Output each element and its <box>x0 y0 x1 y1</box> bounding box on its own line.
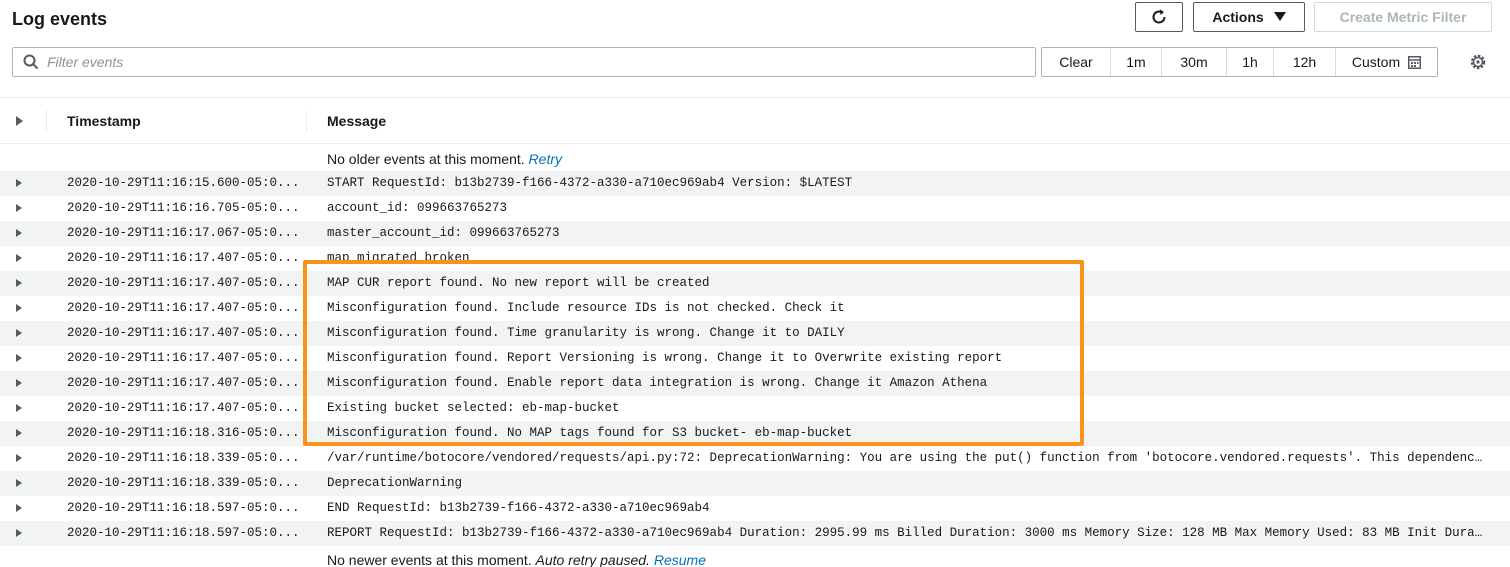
expand-row-icon[interactable] <box>16 204 22 212</box>
log-event-row[interactable]: 2020-10-29T11:16:18.597-05:0... REPORT Re… <box>0 521 1510 546</box>
event-timestamp: 2020-10-29T11:16:18.339-05:0... <box>67 476 300 490</box>
expand-row-icon[interactable] <box>16 454 22 462</box>
expand-row-icon[interactable] <box>16 529 22 537</box>
event-timestamp: 2020-10-29T11:16:17.407-05:0... <box>67 251 300 265</box>
event-timestamp: 2020-10-29T11:16:18.597-05:0... <box>67 526 300 540</box>
page-title: Log events <box>12 9 108 29</box>
actions-button[interactable]: Actions <box>1193 2 1305 32</box>
event-timestamp: 2020-10-29T11:16:18.597-05:0... <box>67 501 300 515</box>
refresh-icon <box>1152 9 1166 24</box>
event-message: Misconfiguration found. Time granularity… <box>327 326 845 340</box>
expand-row-icon[interactable] <box>16 329 22 337</box>
refresh-button[interactable] <box>1135 2 1183 32</box>
log-event-row[interactable]: 2020-10-29T11:16:17.407-05:0... Misconfig… <box>0 371 1510 396</box>
log-event-row[interactable]: 2020-10-29T11:16:16.705-05:0... account_i… <box>0 196 1510 221</box>
older-events-status: No older events at this moment. Retry <box>327 151 562 167</box>
expand-row-icon[interactable] <box>16 379 22 387</box>
column-divider[interactable] <box>306 110 307 132</box>
event-timestamp: 2020-10-29T11:16:17.407-05:0... <box>67 351 300 365</box>
time-range-12h[interactable]: 12h <box>1274 48 1336 76</box>
event-timestamp: 2020-10-29T11:16:17.407-05:0... <box>67 401 300 415</box>
event-message: REPORT RequestId: b13b2739-f166-4372-a33… <box>327 526 1489 540</box>
resume-link[interactable]: Resume <box>654 552 706 567</box>
event-timestamp: 2020-10-29T11:16:18.316-05:0... <box>67 426 300 440</box>
log-event-row[interactable]: 2020-10-29T11:16:17.407-05:0... MAP CUR r… <box>0 271 1510 296</box>
column-header-message[interactable]: Message <box>327 112 386 130</box>
event-timestamp: 2020-10-29T11:16:17.407-05:0... <box>67 376 300 390</box>
log-event-row[interactable]: 2020-10-29T11:16:18.339-05:0... /var/runt… <box>0 446 1510 471</box>
expand-row-icon[interactable] <box>16 354 22 362</box>
log-event-row[interactable]: 2020-10-29T11:16:18.316-05:0... Misconfig… <box>0 421 1510 446</box>
event-message: Existing bucket selected: eb-map-bucket <box>327 401 620 415</box>
event-message: END RequestId: b13b2739-f166-4372-a330-a… <box>327 501 710 515</box>
time-range-1m[interactable]: 1m <box>1111 48 1162 76</box>
event-message: account_id: 099663765273 <box>327 201 508 215</box>
expand-row-icon[interactable] <box>16 429 22 437</box>
log-event-row[interactable]: 2020-10-29T11:16:15.600-05:0... START Req… <box>0 171 1510 196</box>
event-timestamp: 2020-10-29T11:16:16.705-05:0... <box>67 201 300 215</box>
calendar-icon <box>1408 55 1422 69</box>
expand-row-icon[interactable] <box>16 229 22 237</box>
expand-row-icon[interactable] <box>16 179 22 187</box>
expand-row-icon[interactable] <box>16 279 22 287</box>
event-message: MAP CUR report found. No new report will… <box>327 276 710 290</box>
log-event-row[interactable]: 2020-10-29T11:16:17.407-05:0... Misconfig… <box>0 346 1510 371</box>
log-event-row[interactable]: 2020-10-29T11:16:18.597-05:0... END Reque… <box>0 496 1510 521</box>
log-event-row[interactable]: 2020-10-29T11:16:17.407-05:0... Misconfig… <box>0 321 1510 346</box>
create-metric-filter-button[interactable]: Create Metric Filter <box>1314 2 1492 32</box>
event-timestamp: 2020-10-29T11:16:17.407-05:0... <box>67 301 300 315</box>
table-header: Timestamp Message <box>0 98 1510 144</box>
event-timestamp: 2020-10-29T11:16:17.067-05:0... <box>67 226 300 240</box>
event-timestamp: 2020-10-29T11:16:17.407-05:0... <box>67 326 300 340</box>
time-range-clear[interactable]: Clear <box>1042 48 1111 76</box>
column-header-timestamp[interactable]: Timestamp <box>67 112 141 130</box>
event-message: Misconfiguration found. Include resource… <box>327 301 845 315</box>
filter-events-field[interactable] <box>12 47 1036 77</box>
time-range-30m[interactable]: 30m <box>1162 48 1227 76</box>
newer-events-status: No newer events at this moment. Auto ret… <box>327 552 706 567</box>
column-divider[interactable] <box>46 110 47 132</box>
time-range-selector: Clear 1m 30m 1h 12h Custom <box>1041 47 1438 77</box>
event-timestamp: 2020-10-29T11:16:17.407-05:0... <box>67 276 300 290</box>
retry-link[interactable]: Retry <box>529 151 562 167</box>
event-message: DeprecationWarning <box>327 476 463 490</box>
search-icon <box>23 54 39 70</box>
event-message: Misconfiguration found. Enable report da… <box>327 376 988 390</box>
log-event-row[interactable]: 2020-10-29T11:16:17.407-05:0... Misconfig… <box>0 296 1510 321</box>
expand-row-icon[interactable] <box>16 254 22 262</box>
event-message: map_migrated broken <box>327 251 470 265</box>
caret-down-icon <box>1273 12 1286 21</box>
expand-all-icon[interactable] <box>16 116 23 126</box>
event-message: Misconfiguration found. No MAP tags foun… <box>327 426 853 440</box>
event-message: master_account_id: 099663765273 <box>327 226 560 240</box>
expand-row-icon[interactable] <box>16 479 22 487</box>
expand-row-icon[interactable] <box>16 504 22 512</box>
event-message: /var/runtime/botocore/vendored/requests/… <box>327 451 1489 465</box>
log-event-row[interactable]: 2020-10-29T11:16:17.407-05:0... map_migra… <box>0 246 1510 271</box>
event-timestamp: 2020-10-29T11:16:15.600-05:0... <box>67 176 300 190</box>
log-event-row[interactable]: 2020-10-29T11:16:18.339-05:0... Deprecati… <box>0 471 1510 496</box>
log-event-row[interactable]: 2020-10-29T11:16:17.067-05:0... master_ac… <box>0 221 1510 246</box>
event-message: START RequestId: b13b2739-f166-4372-a330… <box>327 176 853 190</box>
log-events-header: Log events Actions Create Metric Filter … <box>0 0 1510 98</box>
event-message: Misconfiguration found. Report Versionin… <box>327 351 1003 365</box>
gear-icon[interactable] <box>1469 53 1487 71</box>
log-event-list: 2020-10-29T11:16:15.600-05:0... START Req… <box>0 171 1510 546</box>
expand-row-icon[interactable] <box>16 404 22 412</box>
time-range-1h[interactable]: 1h <box>1227 48 1274 76</box>
event-timestamp: 2020-10-29T11:16:18.339-05:0... <box>67 451 300 465</box>
expand-row-icon[interactable] <box>16 304 22 312</box>
log-event-row[interactable]: 2020-10-29T11:16:17.407-05:0... Existing … <box>0 396 1510 421</box>
time-range-custom[interactable]: Custom <box>1336 48 1437 76</box>
filter-events-input[interactable] <box>47 52 1027 72</box>
actions-label: Actions <box>1212 9 1264 25</box>
